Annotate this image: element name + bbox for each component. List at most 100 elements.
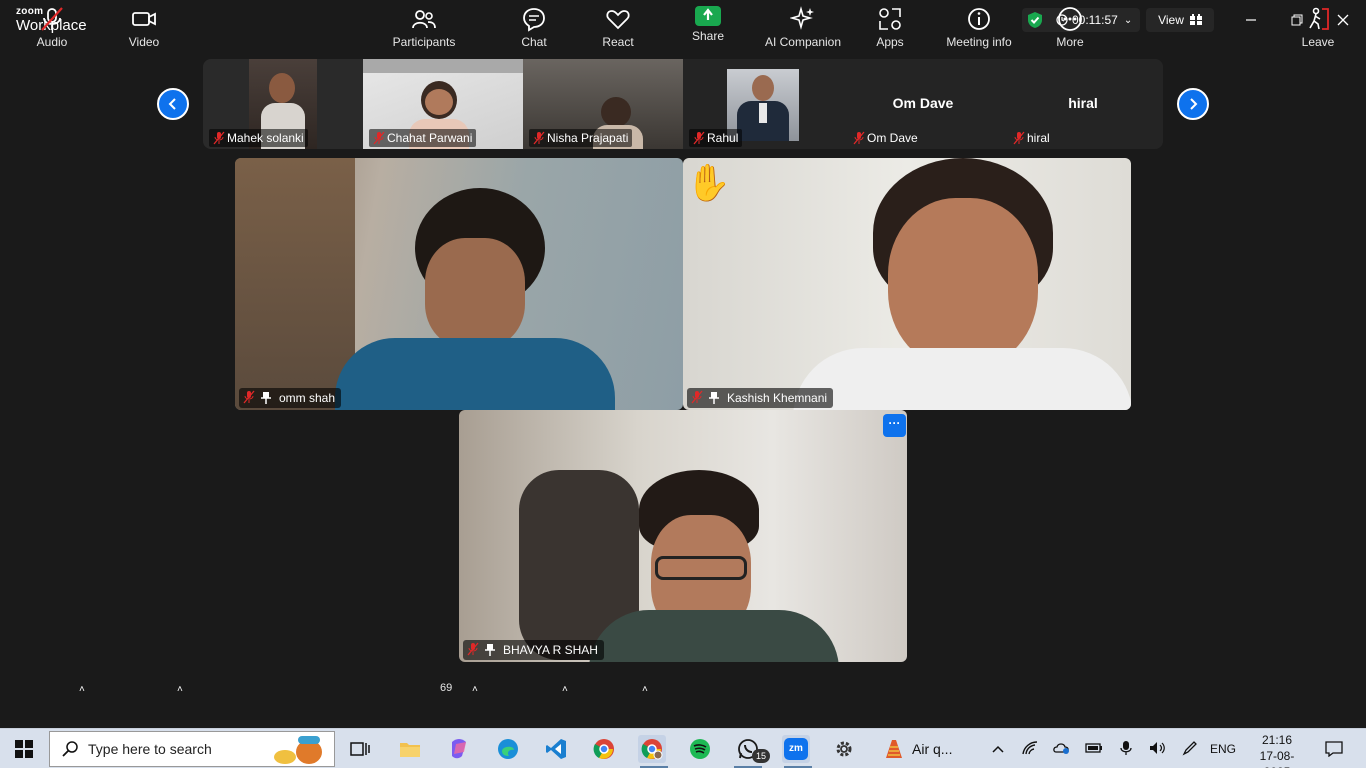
chrome-profile-button[interactable]: [638, 735, 666, 763]
mic-off-icon: [373, 131, 385, 145]
chrome-button[interactable]: [590, 735, 618, 763]
mic-off-icon: [213, 131, 225, 145]
participant-name: hiral: [1009, 129, 1054, 147]
view-button[interactable]: View: [1146, 8, 1214, 32]
thumb-mahek[interactable]: Mahek solanki: [203, 59, 363, 149]
edge-button[interactable]: [494, 735, 522, 763]
chat-options-caret[interactable]: ˄: [562, 684, 568, 695]
mic-off-icon: [853, 131, 865, 145]
zoom-window: zoom Workplace 00:11:57 ⌄ View Mahek sol…: [0, 0, 1366, 768]
meeting-toolbar: [0, 672, 1366, 728]
chevron-up-icon: [992, 745, 1004, 753]
language-indicator[interactable]: ENG: [1206, 742, 1240, 756]
video-button[interactable]: Video: [122, 6, 166, 52]
participant-name: omm shah: [239, 388, 342, 408]
taskbar-search[interactable]: Type here to search: [49, 731, 335, 767]
start-button[interactable]: [10, 735, 38, 763]
mic-muted-icon: [41, 7, 63, 31]
task-view-button[interactable]: [346, 735, 374, 763]
chevron-down-icon: ⌄: [1123, 14, 1133, 26]
search-placeholder: Type here to search: [88, 741, 212, 757]
air-quality-icon: [886, 740, 902, 758]
video-tile-bhavya[interactable]: BHAVYA R SHAH: [459, 410, 907, 662]
more-button[interactable]: More: [1050, 6, 1090, 52]
file-explorer-button[interactable]: [396, 735, 424, 763]
chrome-icon: [593, 739, 614, 759]
notifications-button[interactable]: [1320, 735, 1348, 763]
thumb-chahat[interactable]: Chahat Parwani: [363, 59, 523, 149]
search-icon: [62, 741, 78, 757]
video-options-caret[interactable]: ˄: [177, 684, 183, 695]
pen-icon[interactable]: [1174, 740, 1206, 759]
show-hidden-icons-button[interactable]: [982, 742, 1014, 756]
onedrive-icon[interactable]: [1046, 741, 1078, 758]
battery-icon[interactable]: [1078, 742, 1110, 757]
participant-name: Rahul: [689, 129, 743, 147]
video-tile-omm-shah[interactable]: omm shah: [235, 158, 683, 410]
clock-date: 17-08-2025: [1259, 749, 1295, 768]
participant-name: Chahat Parwani: [369, 129, 477, 147]
chrome-icon: [641, 739, 663, 760]
meeting-info-button[interactable]: Meeting info: [942, 6, 1016, 52]
raised-hand-icon: ✋: [686, 162, 731, 203]
gear-icon: [836, 741, 852, 757]
air-quality-button[interactable]: Air q...: [884, 735, 964, 763]
microphone-icon[interactable]: [1110, 740, 1142, 759]
mic-off-icon: [1013, 131, 1025, 145]
notification-icon: [1325, 741, 1343, 757]
volume-icon[interactable]: [1142, 741, 1174, 758]
ai-companion-button[interactable]: AI Companion: [760, 6, 846, 52]
share-screen-icon: [695, 6, 721, 26]
folder-icon: [400, 743, 420, 757]
chevron-right-icon: [1190, 98, 1198, 110]
settings-button[interactable]: [830, 735, 858, 763]
vscode-button[interactable]: [542, 735, 570, 763]
leave-button[interactable]: Leave: [1298, 6, 1338, 52]
tile-more-button[interactable]: ···: [883, 414, 906, 437]
task-view-icon: [350, 742, 370, 756]
participant-big-name: hiral: [1068, 95, 1098, 111]
windows-icon: [15, 740, 33, 758]
audio-options-caret[interactable]: ˄: [79, 684, 85, 695]
participants-options-caret[interactable]: ˄: [472, 684, 478, 695]
participants-count: 69: [440, 682, 453, 694]
air-quality-label: Air q...: [912, 741, 953, 757]
spotify-button[interactable]: [686, 735, 714, 763]
apps-icon: [879, 8, 901, 30]
apps-button[interactable]: Apps: [872, 6, 908, 52]
thumb-om-dave[interactable]: Om Dave Om Dave: [843, 59, 1003, 149]
system-tray: ENG: [982, 729, 1240, 768]
windows-taskbar: Type here to search 15 zm Air q... ENG 2…: [0, 728, 1366, 768]
mic-off-icon: [243, 390, 255, 404]
shield-icon: [1028, 12, 1042, 28]
chat-button[interactable]: Chat: [516, 6, 552, 52]
react-button[interactable]: React: [600, 6, 636, 52]
participant-strip: Mahek solanki Chahat Parwani Nisha Praja…: [203, 59, 1163, 149]
heart-icon: [606, 10, 630, 30]
zoom-button[interactable]: zm: [782, 735, 810, 763]
info-icon: [968, 8, 990, 30]
sparkle-icon: [790, 6, 814, 30]
spotify-icon: [690, 739, 710, 759]
minimize-button[interactable]: [1228, 0, 1274, 40]
copilot-button[interactable]: [445, 735, 473, 763]
thumb-rahul[interactable]: Rahul: [683, 59, 843, 149]
react-options-caret[interactable]: ˄: [642, 684, 648, 695]
thumb-hiral[interactable]: hiral hiral: [1003, 59, 1163, 149]
grid-icon: [1189, 14, 1202, 25]
video-tile-kashish[interactable]: Kashish Khemnani: [683, 158, 1131, 410]
next-page-button[interactable]: [1177, 88, 1209, 120]
minimize-icon: [1246, 19, 1256, 21]
audio-button[interactable]: Audio: [30, 6, 74, 52]
taskbar-clock[interactable]: 21:16 17-08-2025: [1248, 732, 1306, 768]
participants-button[interactable]: Participants: [390, 6, 458, 52]
camera-icon: [132, 12, 156, 26]
thumb-nisha[interactable]: Nisha Prajapati: [523, 59, 683, 149]
network-icon[interactable]: [1014, 740, 1046, 758]
mic-off-icon: [691, 390, 703, 404]
close-icon: [1337, 14, 1349, 26]
share-button[interactable]: Share: [688, 6, 728, 52]
prev-page-button[interactable]: [157, 88, 189, 120]
participant-name: Om Dave: [849, 129, 922, 147]
more-icon: [1058, 7, 1082, 31]
